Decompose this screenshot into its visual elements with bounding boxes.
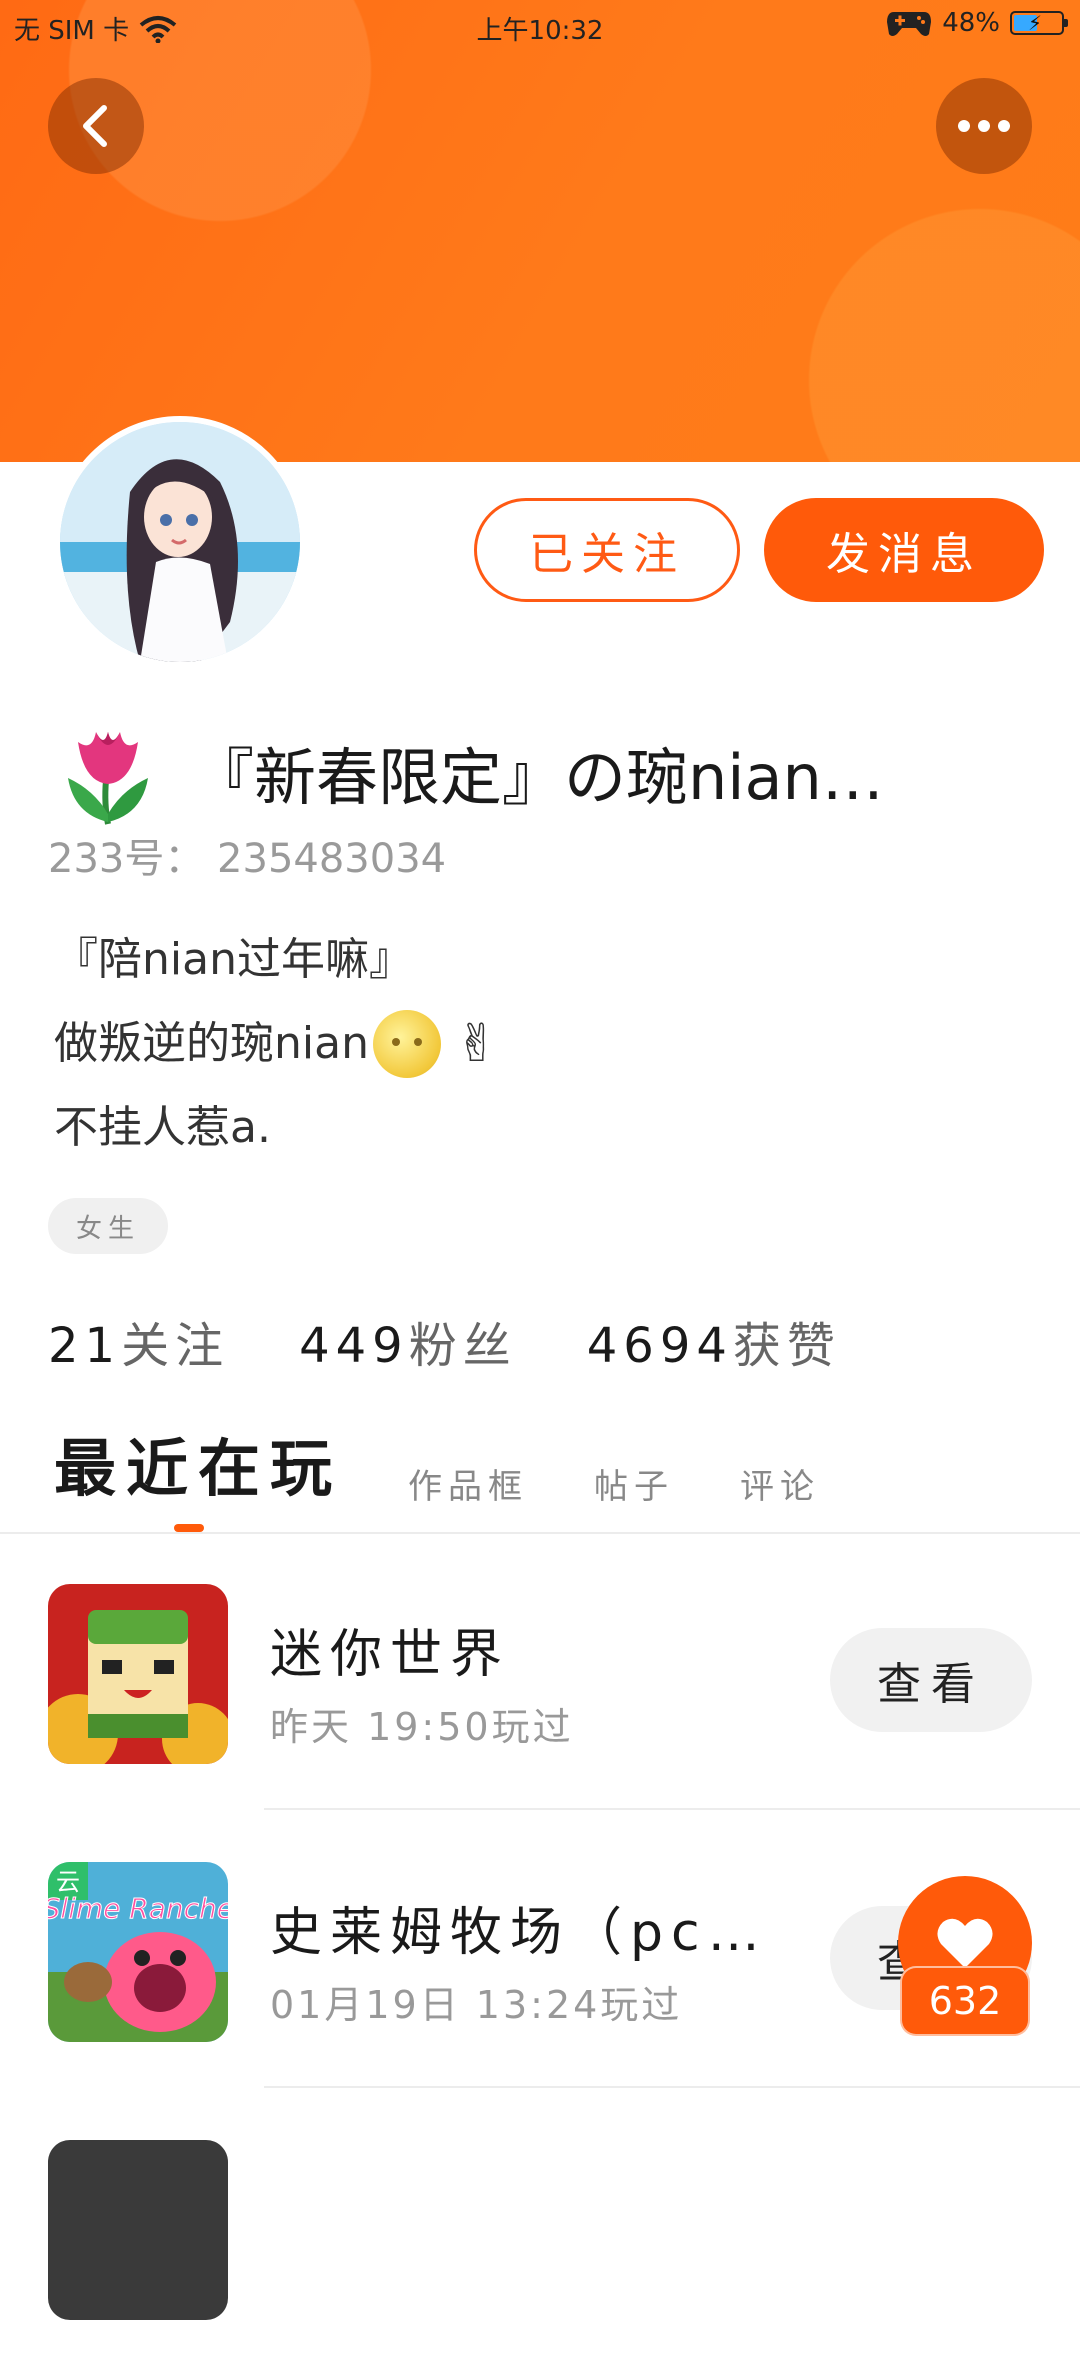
battery-percent: 48% bbox=[942, 8, 1000, 38]
stat-likes[interactable]: 4694获赞 bbox=[587, 1306, 841, 1376]
game-title: 史莱姆牧场（pc… bbox=[270, 1903, 768, 1963]
user-id: 233号： 235483034 bbox=[48, 836, 447, 882]
gamepad-icon bbox=[887, 12, 932, 36]
more-dots-icon bbox=[958, 120, 1010, 132]
status-bar: 无 SIM 卡 上午10:32 48% ⚡ bbox=[0, 0, 1080, 52]
stat-followers[interactable]: 449粉丝 bbox=[299, 1306, 517, 1376]
stat-label: 粉丝 bbox=[408, 1318, 517, 1374]
game-logo-text: Slime Rancher bbox=[48, 1892, 228, 1925]
tab-posts[interactable]: 帖子 bbox=[594, 1459, 674, 1508]
played-time: 昨天 19:50玩过 bbox=[270, 1705, 574, 1749]
user-name: 『新春限定』の琬nian… bbox=[192, 741, 884, 814]
tab-works[interactable]: 作品框 bbox=[408, 1459, 528, 1508]
game-title: 迷你世界 bbox=[270, 1625, 511, 1685]
avatar-image bbox=[60, 422, 300, 662]
name-row: 『新春限定』の琬nian… bbox=[54, 718, 1052, 826]
back-button[interactable] bbox=[48, 78, 144, 174]
view-button[interactable]: 查看 bbox=[830, 1628, 1032, 1732]
tab-recently-played[interactable]: 最近在玩 bbox=[54, 1418, 342, 1508]
battery-icon: ⚡ bbox=[1010, 11, 1068, 35]
more-options-button[interactable] bbox=[936, 78, 1032, 174]
stat-number: 4694 bbox=[586, 1318, 733, 1374]
slime-rancher-icon: 云 Slime Rancher bbox=[48, 1862, 228, 2042]
stat-number: 449 bbox=[299, 1318, 409, 1374]
stat-number: 21 bbox=[48, 1318, 122, 1374]
bio-line: 『陪nian过年嘛』 bbox=[54, 934, 413, 985]
chevron-left-icon bbox=[83, 105, 107, 147]
profile-header-banner bbox=[0, 0, 1080, 462]
active-tab-indicator bbox=[174, 1524, 204, 1532]
gender-tag: 女生 bbox=[48, 1198, 168, 1254]
list-item[interactable] bbox=[0, 2090, 1080, 2366]
followed-button[interactable]: 已关注 bbox=[474, 498, 740, 602]
bio-line-text: 做叛逆的琬nian bbox=[54, 1018, 369, 1069]
stat-following[interactable]: 21关注 bbox=[48, 1306, 229, 1376]
victory-hand-icon: ✌ bbox=[454, 1014, 499, 1074]
bio-line: 做叛逆的琬nian ✌ bbox=[54, 1002, 499, 1086]
moon-face-emoji-icon bbox=[372, 1010, 441, 1078]
like-count: 632 bbox=[900, 1966, 1030, 2036]
content-tabs: 最近在玩 作品框 帖子 评论 bbox=[54, 1418, 820, 1508]
list-item[interactable]: 迷你世界 昨天 19:50玩过 查看 bbox=[0, 1534, 1080, 1810]
tulip-icon bbox=[68, 732, 148, 825]
avatar[interactable] bbox=[54, 416, 306, 668]
bio-line: 不挂人惹a. bbox=[54, 1102, 271, 1153]
tab-comments[interactable]: 评论 bbox=[740, 1459, 820, 1508]
played-time: 01月19日 13:24玩过 bbox=[270, 1983, 683, 2027]
send-message-button[interactable]: 发消息 bbox=[764, 498, 1044, 602]
stats-row: 21关注 449粉丝 4694获赞 bbox=[48, 1306, 841, 1376]
divider bbox=[264, 2086, 1080, 2088]
stat-label: 获赞 bbox=[732, 1318, 841, 1374]
heart-icon bbox=[937, 1918, 993, 1968]
bio: 『陪nian过年嘛』 做叛逆的琬nian ✌ 不挂人惹a. bbox=[54, 918, 499, 1170]
stat-label: 关注 bbox=[121, 1318, 230, 1374]
divider bbox=[264, 1808, 1080, 1810]
mini-world-icon bbox=[48, 1584, 228, 1764]
game-icon bbox=[48, 2140, 228, 2320]
